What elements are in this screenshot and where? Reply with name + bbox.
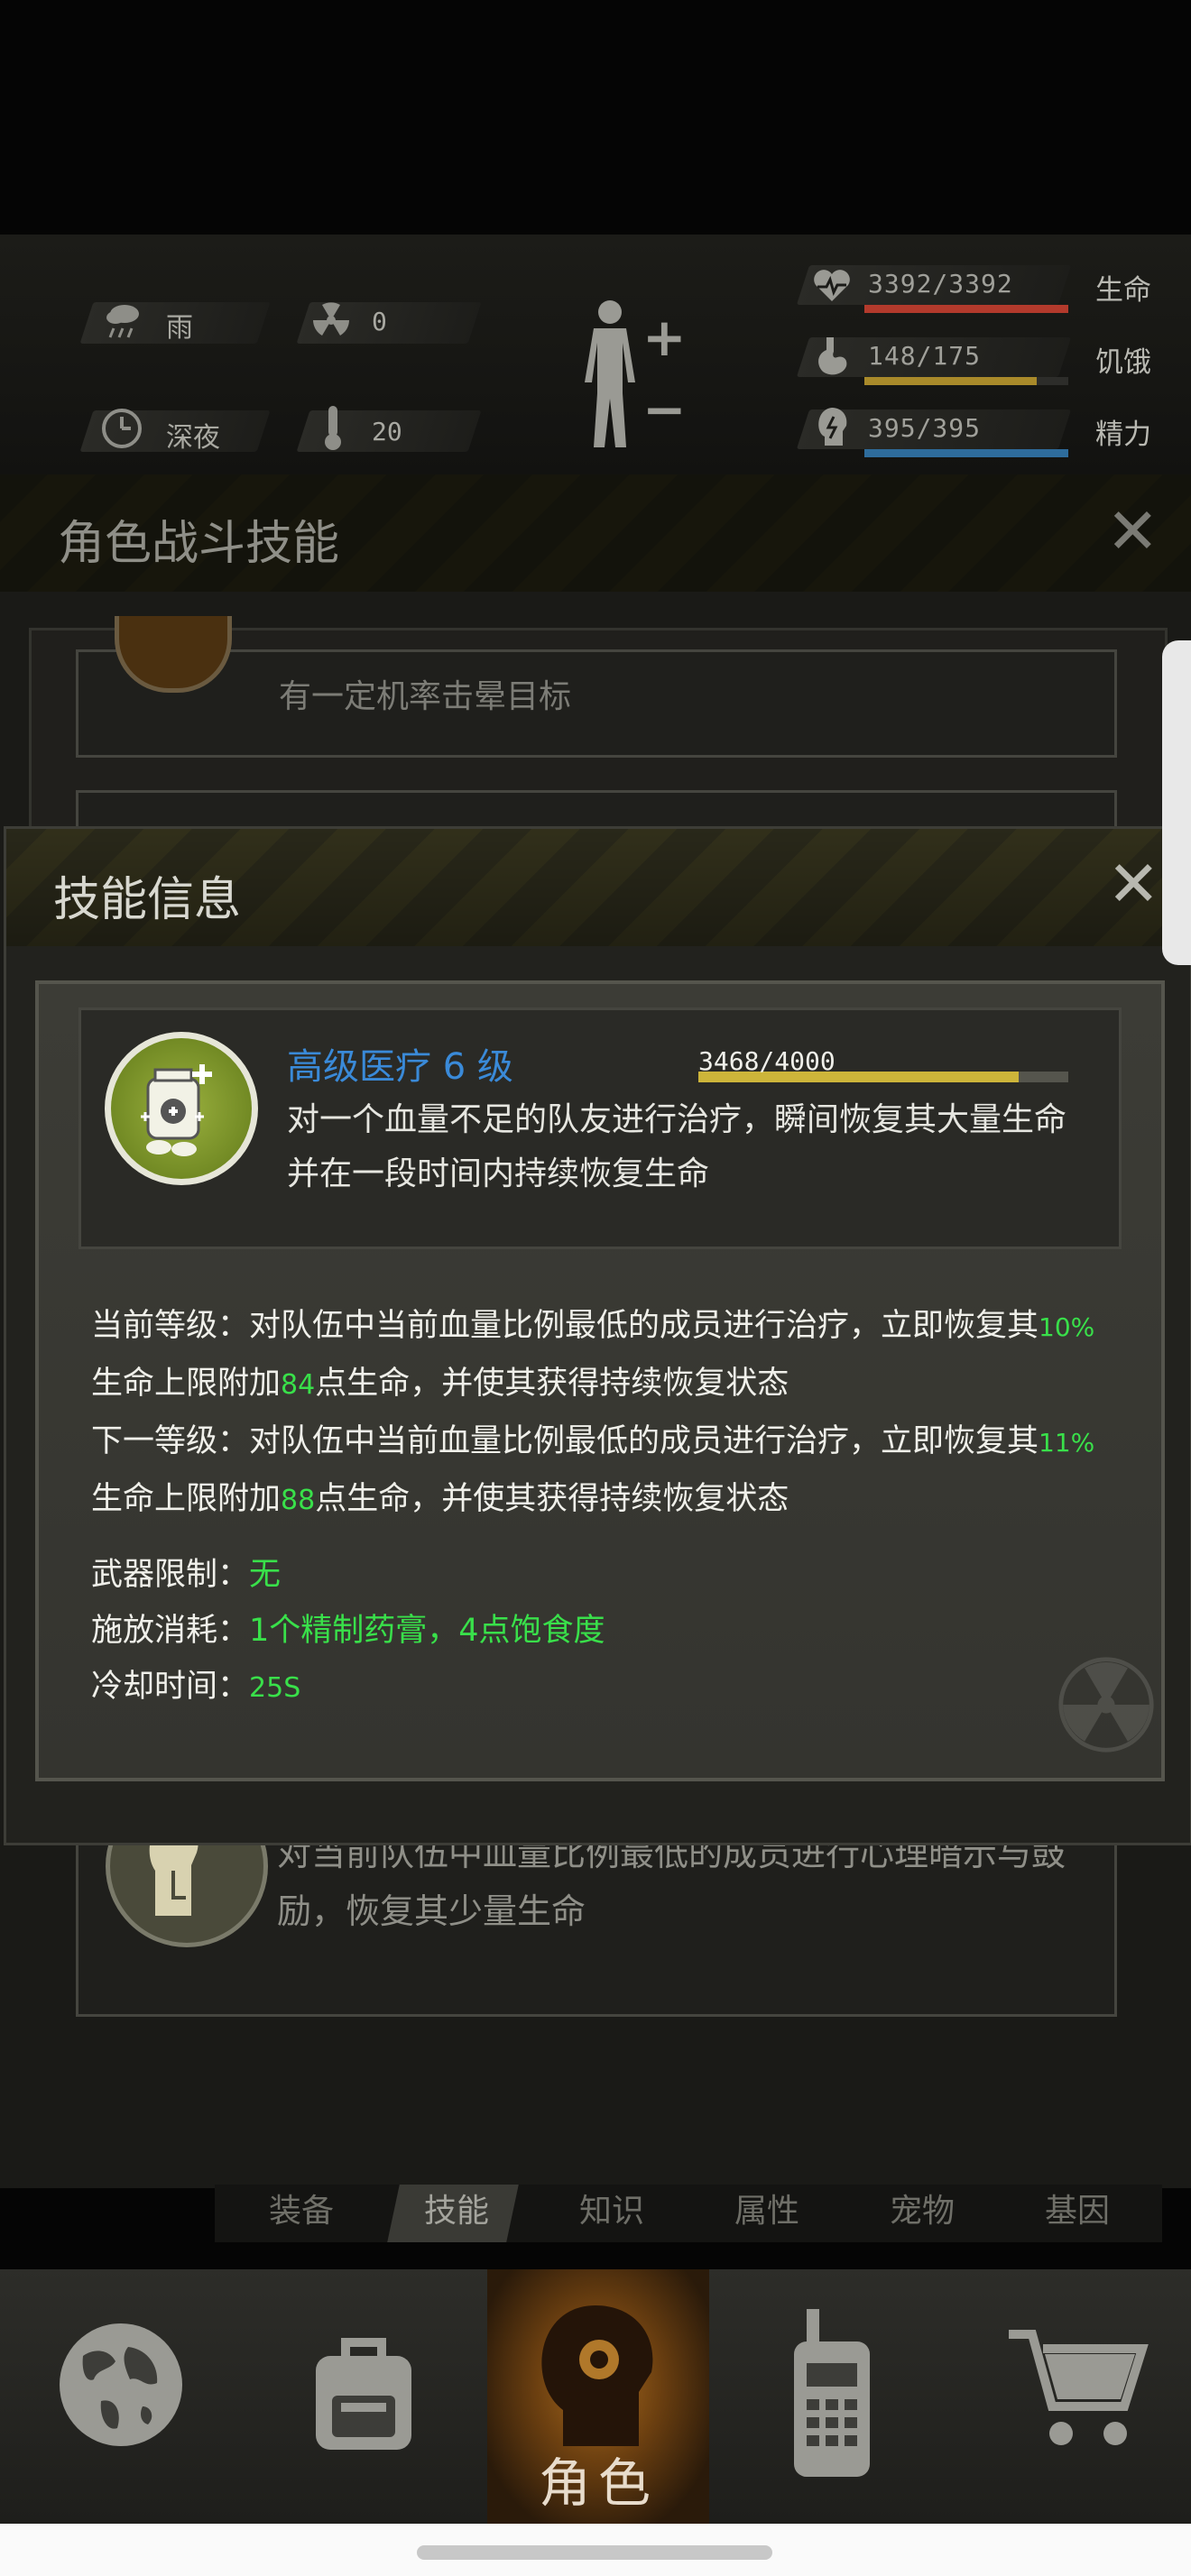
tab-attributes[interactable]: 属性	[734, 2185, 799, 2231]
tab-equipment[interactable]: 装备	[269, 2185, 334, 2231]
next-level-points: 88	[281, 1485, 316, 1516]
nav-shop[interactable]	[951, 2269, 1191, 2524]
cooldown-line: 冷却时间：25S	[91, 1659, 1094, 1716]
globe-icon	[60, 2323, 182, 2446]
weapon-limit-line: 武器限制：无	[91, 1547, 1094, 1603]
skill-card-top-desc: 有一定机率击晕目标	[279, 678, 572, 715]
next-level-text-c: 点生命，并使其获得持续恢复状态	[315, 1481, 789, 1517]
walkie-talkie-icon	[794, 2309, 870, 2477]
stomach-icon	[814, 336, 850, 381]
tab-knowledge[interactable]: 知识	[579, 2185, 644, 2231]
hunger-value: 148/175	[868, 341, 982, 371]
hunger-label: 饥饿	[1095, 346, 1151, 379]
energy-bar	[864, 449, 1068, 457]
clock-icon	[99, 406, 144, 455]
skill-xp-value: 3468/4000	[698, 1046, 836, 1076]
thermometer-icon	[319, 402, 346, 456]
side-panel-handle[interactable]	[1162, 640, 1191, 965]
skill-description: 对一个血量不足的队友进行治疗，瞬间恢复其大量生命并在一段时间内持续恢复生命	[287, 1101, 1067, 1192]
plus-button[interactable]: +	[642, 307, 687, 368]
skill-card-top-icon	[115, 616, 232, 693]
heart-icon	[812, 267, 852, 307]
radiation-value: 0	[372, 307, 387, 336]
body-figure-icon[interactable]	[577, 298, 642, 464]
current-level-text-b: 生命上限附加	[91, 1366, 282, 1402]
nav-character-label: 角色	[538, 2452, 658, 2514]
time-text: 深夜	[166, 422, 220, 454]
next-level-line-1: 下一等级：对队伍中当前血量比例最低的成员进行治疗，立即恢复其11%	[91, 1413, 1094, 1471]
hunger-bar	[864, 377, 1068, 385]
nav-character[interactable]: 角色	[487, 2269, 709, 2524]
skill-info-title: 技能信息	[53, 873, 242, 927]
minus-button[interactable]: −	[642, 379, 687, 440]
skill-info-close-button[interactable]: ✕	[1107, 852, 1160, 915]
next-level-line-2: 生命上限附加88点生命，并使其获得持续恢复状态	[91, 1471, 1094, 1529]
system-nav-bar	[0, 2524, 1191, 2576]
cooldown-value: 25S	[249, 1672, 301, 1704]
current-level-label: 当前等级：	[91, 1308, 250, 1344]
cast-cost-value: 1个精制药膏，4点饱食度	[249, 1613, 605, 1649]
skill-name: 高级医疗 6 级	[287, 1046, 513, 1088]
temperature-value: 20	[372, 417, 402, 446]
next-level-label: 下一等级：	[91, 1423, 250, 1459]
medical-skill-icon	[105, 1032, 258, 1185]
weapon-limit-value: 无	[249, 1557, 282, 1593]
character-head-icon	[541, 2305, 653, 2446]
tab-genes[interactable]: 基因	[1045, 2185, 1110, 2231]
radiation-icon	[310, 299, 352, 345]
rain-icon	[101, 298, 146, 346]
cooldown-label: 冷却时间：	[91, 1669, 250, 1705]
skill-header-card: 高级医疗 6 级 3468/4000 对一个血量不足的队友进行治疗，瞬间恢复其大…	[78, 1007, 1122, 1249]
health-label: 生命	[1095, 274, 1151, 307]
current-level-line-2: 生命上限附加84点生命，并使其获得持续恢复状态	[91, 1356, 1094, 1413]
nav-world[interactable]	[0, 2269, 248, 2524]
skill-xp-bar: 3468/4000	[698, 1046, 1068, 1082]
energy-label: 精力	[1095, 419, 1151, 451]
current-level-text: 对队伍中当前血量比例最低的成员进行治疗，立即恢复其	[249, 1308, 1039, 1344]
current-level-percent: 10%	[1039, 1312, 1095, 1342]
combat-panel-title: 角色战斗技能	[58, 517, 340, 571]
backpack-icon	[316, 2338, 411, 2450]
game-screen: 雨 0 深夜 20 + − 3392/3392 生命 148/175 饥饿 39…	[0, 0, 1191, 2576]
energy-head-icon	[814, 406, 850, 453]
next-level-percent: 11%	[1039, 1428, 1095, 1458]
skill-details: 当前等级：对队伍中当前血量比例最低的成员进行治疗，立即恢复其10% 生命上限附加…	[91, 1298, 1094, 1716]
current-level-text-c: 点生命，并使其获得持续恢复状态	[315, 1366, 789, 1402]
bottom-nav: 角色	[0, 2269, 1191, 2524]
current-level-line-1: 当前等级：对队伍中当前血量比例最低的成员进行治疗，立即恢复其10%	[91, 1298, 1094, 1356]
skill-card-top[interactable]: 有一定机率击晕目标	[76, 616, 1117, 758]
next-level-text-b: 生命上限附加	[91, 1481, 282, 1517]
tab-pets[interactable]: 宠物	[890, 2185, 955, 2231]
nav-radio[interactable]	[709, 2269, 954, 2524]
character-tabs: 装备 技能 知识 属性 宠物 基因	[215, 2185, 1162, 2242]
current-level-points: 84	[281, 1369, 316, 1401]
next-level-text: 对队伍中当前血量比例最低的成员进行治疗，立即恢复其	[249, 1423, 1039, 1459]
status-hud: 雨 0 深夜 20 + − 3392/3392 生命 148/175 饥饿 39…	[0, 235, 1191, 478]
health-value: 3392/3392	[868, 269, 1013, 299]
shopping-cart-icon	[1009, 2330, 1149, 2445]
cast-cost-line: 施放消耗：1个精制药膏，4点饱食度	[91, 1603, 1094, 1659]
health-bar	[864, 305, 1068, 313]
skill-info-modal: 技能信息 ✕ 高级医疗 6 级 3468/4000 对一个血量不足的队友进行治疗…	[4, 826, 1191, 1845]
skill-info-content: 高级医疗 6 级 3468/4000 对一个血量不足的队友进行治疗，瞬间恢复其大…	[35, 980, 1165, 1781]
weather-text: 雨	[166, 312, 193, 344]
combat-close-button[interactable]: ✕	[1106, 500, 1159, 563]
cast-cost-label: 施放消耗：	[91, 1613, 250, 1649]
weapon-limit-label: 武器限制：	[91, 1557, 250, 1593]
tab-skills[interactable]: 技能	[424, 2185, 489, 2231]
home-indicator[interactable]	[417, 2545, 772, 2560]
energy-value: 395/395	[868, 413, 982, 443]
nav-backpack[interactable]	[245, 2269, 490, 2524]
